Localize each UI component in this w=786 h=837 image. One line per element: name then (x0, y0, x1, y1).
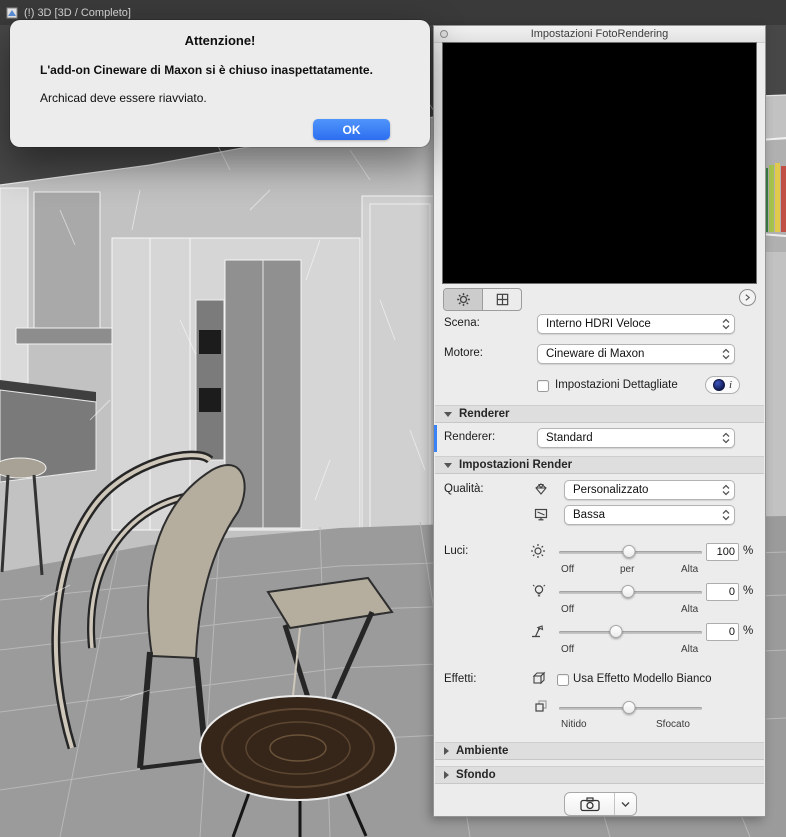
qualita-label: Qualità: (444, 483, 484, 495)
tick-sfocato: Sfocato (656, 719, 690, 730)
scena-dropdown[interactable]: Interno HDRI Veloce (537, 314, 735, 334)
percent-sign: % (743, 545, 754, 557)
disclosure-down-icon (444, 462, 452, 468)
motore-dropdown[interactable]: Cineware di Maxon (537, 344, 735, 364)
diamond-quality-icon (535, 483, 547, 495)
alert-dialog: Attenzione! L'add-on Cineware di Maxon s… (10, 20, 430, 147)
tick-nitido: Nitido (561, 719, 587, 730)
section-impostazioni-render-label: Impostazioni Render (459, 459, 573, 471)
chevron-down-icon (621, 801, 630, 807)
camera-icon (579, 797, 600, 812)
door (361, 195, 439, 565)
display-icon (534, 508, 548, 521)
chevron-updown-icon (722, 348, 730, 361)
tick-alta: Alta (681, 604, 699, 615)
renderer-value: Standard (546, 432, 593, 444)
chevron-right-icon (745, 294, 751, 301)
grid-icon (496, 293, 508, 306)
slider-knob[interactable] (609, 625, 623, 638)
dettagliate-checkbox[interactable] (537, 380, 549, 392)
section-ambiente-label: Ambiente (456, 745, 509, 757)
oven-column (195, 299, 225, 461)
render-camera-button[interactable] (565, 793, 614, 815)
blur-icon (535, 700, 547, 712)
cinema4d-ball-icon (712, 379, 725, 391)
lamp-icon (532, 625, 544, 638)
effetti-label: Effetti: (444, 673, 477, 685)
percent-sign: % (743, 625, 754, 637)
slider-knob[interactable] (622, 545, 636, 558)
panel-expand-button[interactable] (739, 289, 756, 306)
motore-label: Motore: (444, 347, 483, 359)
focus-accent (434, 425, 437, 452)
tab-settings-gear[interactable] (444, 289, 482, 310)
section-impostazioni-render[interactable]: Impostazioni Render (435, 456, 764, 474)
kitchen-hood (33, 191, 101, 331)
tab-preview-grid[interactable] (482, 289, 521, 310)
qualita2-value: Bassa (573, 509, 605, 521)
tick-off: Off (561, 644, 575, 655)
chevron-updown-icon (722, 318, 730, 331)
chevron-updown-icon (722, 432, 730, 445)
panel-title: Impostazioni FotoRendering (434, 26, 765, 43)
section-renderer[interactable]: Renderer (435, 405, 764, 423)
tick-per: per (620, 564, 635, 575)
slider-knob[interactable] (622, 701, 636, 714)
scena-value: Interno HDRI Veloce (546, 318, 651, 330)
cube-icon (532, 671, 546, 685)
renderer-label: Renderer: (444, 431, 496, 443)
slider-track[interactable] (559, 631, 702, 634)
alert-title: Attenzione! (184, 33, 256, 48)
photorendering-panel: Impostazioni FotoRendering Scena: Intern… (433, 25, 766, 817)
luci-desk-value[interactable]: 0 (706, 623, 739, 641)
white-model-label: Usa Effetto Modello Bianco (573, 673, 712, 685)
view-3d-icon (6, 7, 18, 18)
disclosure-right-icon (444, 771, 449, 779)
panel-close-button[interactable] (440, 30, 448, 38)
scena-label: Scena: (444, 317, 480, 329)
camera-options-button[interactable] (614, 793, 636, 815)
motore-value: Cineware di Maxon (546, 348, 645, 360)
disclosure-down-icon (444, 411, 452, 417)
slider-knob[interactable] (621, 585, 635, 598)
section-renderer-label: Renderer (459, 408, 510, 420)
cinema4d-info-button[interactable]: i (705, 376, 740, 394)
tick-alta: Alta (681, 564, 699, 575)
section-ambiente[interactable]: Ambiente (435, 742, 764, 760)
tick-off: Off (561, 604, 575, 615)
luci-desk-slider[interactable] (559, 622, 702, 642)
render-camera-split-button (564, 792, 637, 816)
info-icon: i (728, 379, 733, 391)
luci-sun-value[interactable]: 100 (706, 543, 739, 561)
section-sfondo-label: Sfondo (456, 769, 496, 781)
preview-mode-tabs (443, 288, 522, 311)
alert-message-bold: L'add-on Cineware di Maxon si è chiuso i… (40, 63, 373, 77)
qualita-dropdown[interactable]: Personalizzato (564, 480, 735, 500)
gear-icon (456, 293, 470, 306)
white-model-checkbox[interactable] (557, 674, 569, 686)
tick-off: Off (561, 564, 575, 575)
luci-label: Luci: (444, 545, 469, 557)
luci-lamp-value[interactable]: 0 (706, 583, 739, 601)
luci-sun-slider[interactable] (559, 542, 702, 562)
dettagliate-label: Impostazioni Dettagliate (555, 379, 678, 391)
qualita-value: Personalizzato (573, 484, 649, 496)
blur-slider[interactable] (559, 698, 702, 718)
renderer-dropdown[interactable]: Standard (537, 428, 735, 448)
section-sfondo[interactable]: Sfondo (435, 766, 764, 784)
luci-lamp-slider[interactable] (559, 582, 702, 602)
app-window: (!) 3D [3D / Completo] Impostazioni Foto… (0, 0, 786, 837)
qualita2-dropdown[interactable]: Bassa (564, 505, 735, 525)
percent-sign: % (743, 585, 754, 597)
chevron-updown-icon (722, 484, 730, 497)
tick-alta: Alta (681, 644, 699, 655)
ok-button[interactable]: OK (313, 119, 390, 140)
render-preview (442, 42, 757, 284)
tab-3d-completo[interactable]: (!) 3D [3D / Completo] (24, 7, 131, 19)
alert-message: Archicad deve essere riavviato. (40, 91, 207, 105)
chevron-updown-icon (722, 509, 730, 522)
disclosure-right-icon (444, 747, 449, 755)
bulb-icon (532, 584, 546, 597)
sun-icon (531, 544, 545, 558)
